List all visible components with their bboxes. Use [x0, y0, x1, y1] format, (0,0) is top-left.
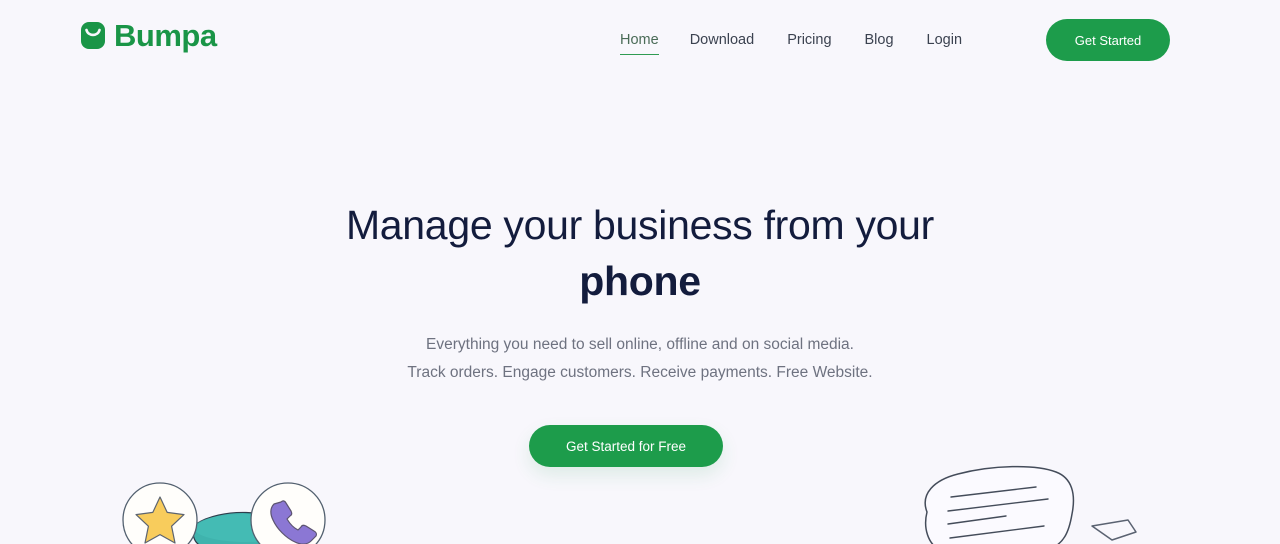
logo-text: Bumpa	[114, 18, 217, 53]
phone-badge	[250, 482, 326, 544]
hero-headline: Manage your business from your phone	[0, 198, 1280, 310]
nav-item-pricing[interactable]: Pricing	[787, 26, 831, 54]
hero-headline-line-2: phone	[579, 257, 701, 304]
nav-item-login[interactable]: Login	[927, 26, 962, 54]
hero-subtitle-line-2: Track orders. Engage customers. Receive …	[407, 364, 873, 382]
nav-item-blog[interactable]: Blog	[865, 26, 894, 54]
hero-subtitle-line-1: Everything you need to sell online, offl…	[426, 336, 854, 353]
cursor-arrow-icon	[1091, 519, 1137, 541]
header-get-started-button[interactable]: Get Started	[1046, 19, 1170, 61]
speech-bubble-icon	[924, 465, 1075, 544]
page-root: Bumpa Home Download Pricing Blog Login G…	[0, 0, 1280, 544]
main-navigation: Home Download Pricing Blog Login	[620, 0, 995, 80]
bumpa-smile-mark-icon	[81, 22, 105, 49]
logo-link[interactable]: Bumpa	[81, 20, 217, 51]
nav-item-home[interactable]: Home	[620, 26, 659, 55]
hero-headline-line-1: Manage your business from your	[345, 202, 935, 248]
left-illustration	[100, 462, 400, 544]
nav-item-download[interactable]: Download	[690, 26, 755, 54]
hero-section: Manage your business from your phone Eve…	[0, 0, 1280, 544]
right-illustration	[896, 460, 1196, 544]
hero-subtitle: Everything you need to sell online, offl…	[0, 331, 1280, 387]
site-header: Bumpa Home Download Pricing Blog Login G…	[0, 0, 1280, 80]
star-badge	[122, 482, 198, 544]
hero-get-started-free-button[interactable]: Get Started for Free	[529, 425, 723, 467]
